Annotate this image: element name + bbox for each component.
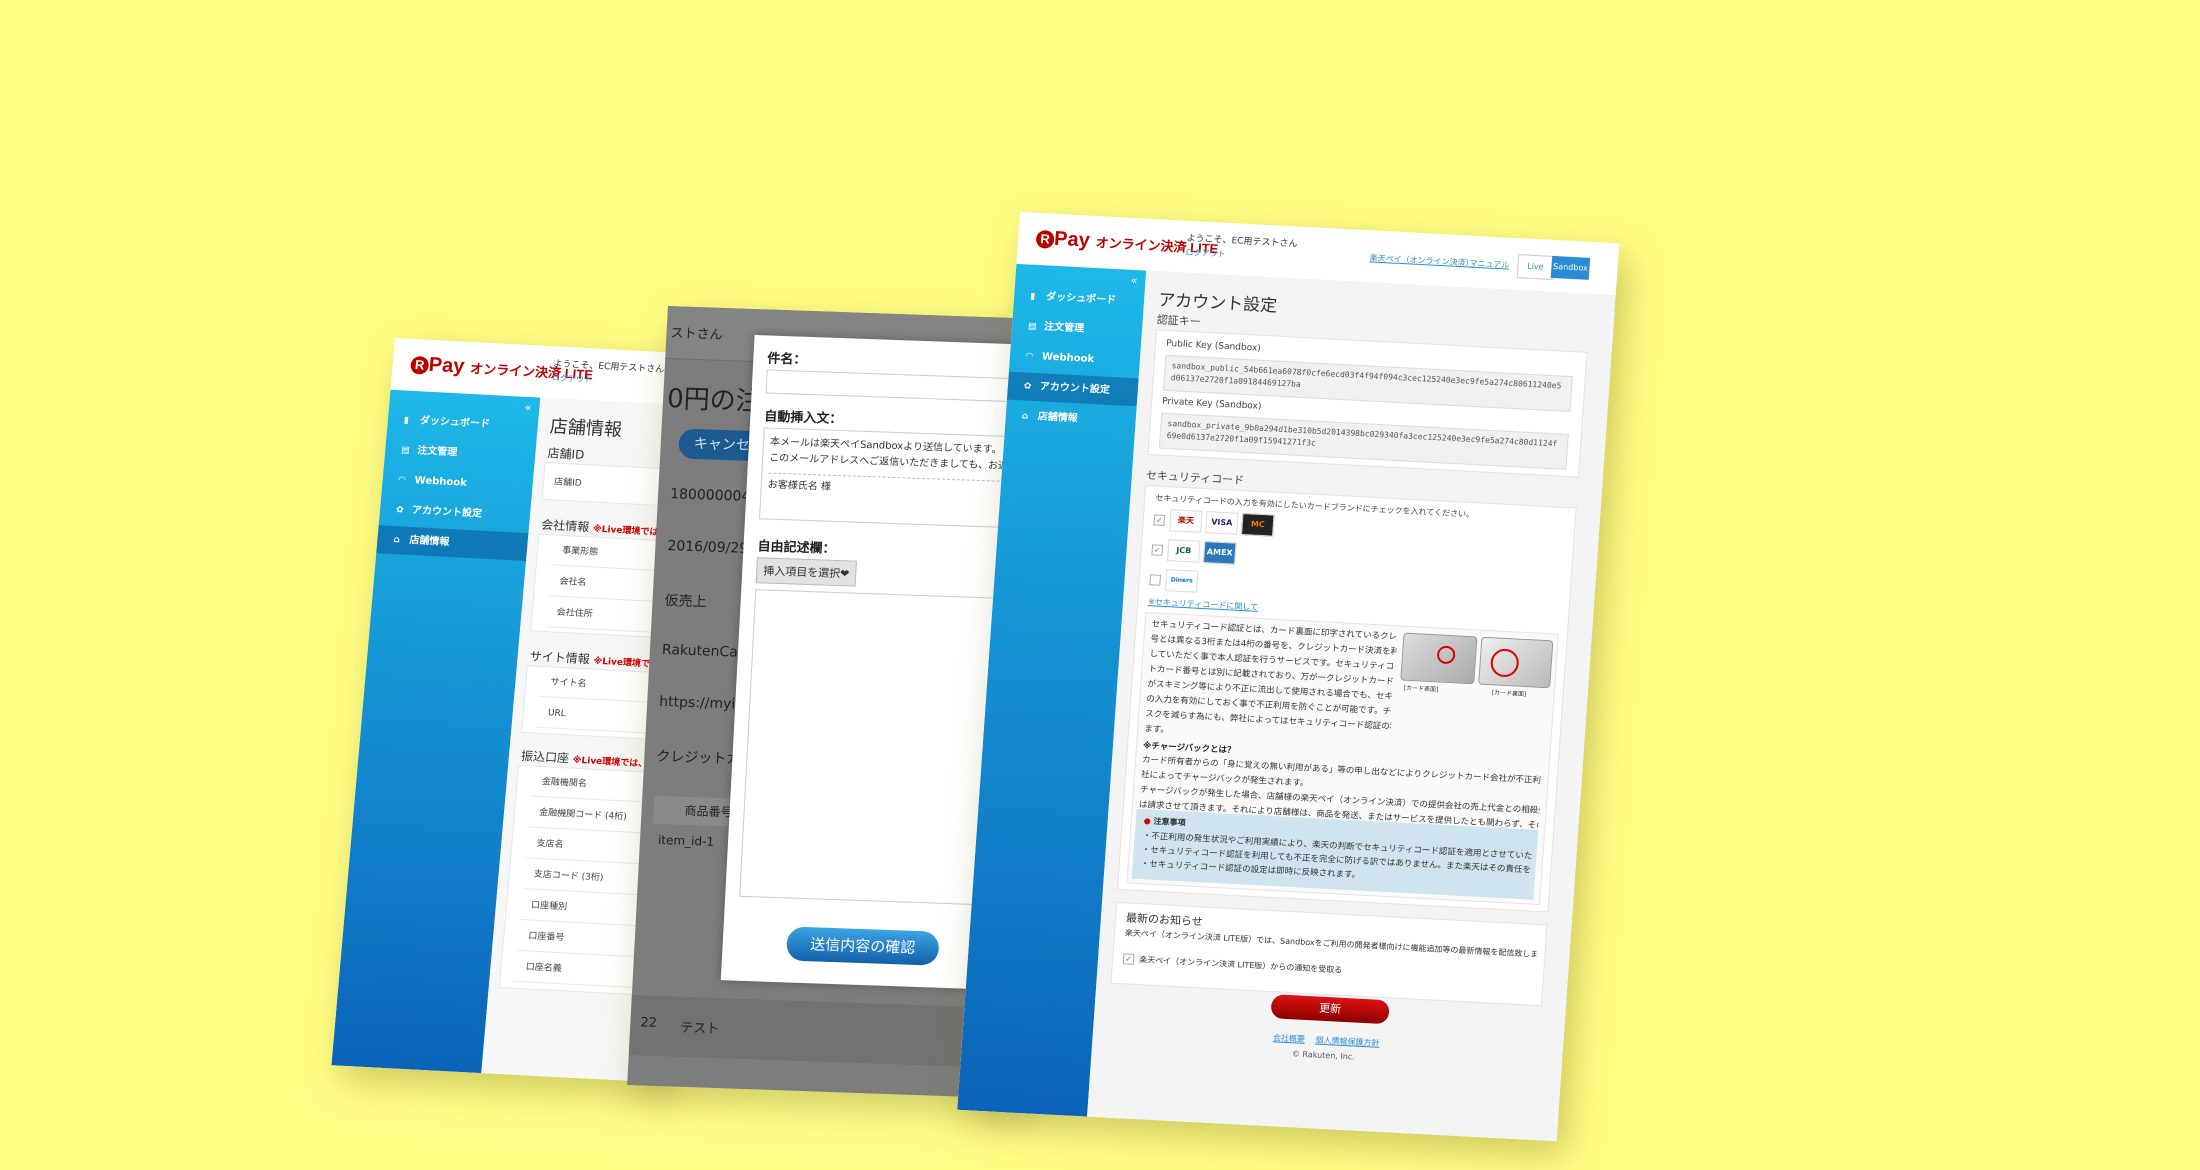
top-link-rpay[interactable]: 楽天ペイ（オンライン決済）: [1369, 252, 1474, 268]
mastercard-icon: MC: [1241, 513, 1275, 537]
subject-label: 件名：: [766, 351, 807, 368]
home-icon: ⌂: [392, 535, 401, 546]
page-title: 店舗情報: [548, 416, 623, 441]
gear-icon: ✿: [1023, 381, 1032, 392]
cart-icon: ▤: [400, 445, 411, 456]
welcome-text: ようこそ、EC用テストさん ログアウト: [1185, 231, 1298, 264]
logout-link[interactable]: ログアウト: [1185, 247, 1297, 264]
footer-privacy-link[interactable]: 個人情報保護方針: [1315, 1035, 1380, 1047]
visa-icon: VISA: [1205, 511, 1239, 535]
footer-company-link[interactable]: 会社概要: [1273, 1033, 1306, 1044]
env-sandbox-button[interactable]: Sandbox: [1550, 255, 1591, 280]
env-live-button[interactable]: Live: [1516, 254, 1555, 280]
sidebar-collapse-icon[interactable]: «: [1130, 274, 1138, 287]
top-link-manual[interactable]: マニュアル: [1469, 258, 1509, 271]
copyright: © Rakuten, Inc.: [1291, 1049, 1356, 1062]
notify-checkbox[interactable]: ✓: [1122, 953, 1135, 965]
free-label: 自由記述欄：: [757, 539, 836, 557]
diners-icon: Diners: [1164, 569, 1199, 593]
nav-account[interactable]: ✿ アカウント設定: [1006, 371, 1139, 407]
confirm-button[interactable]: 送信内容の確認: [785, 926, 940, 966]
amex-icon: AMEX: [1202, 541, 1237, 565]
auth-heading: 認証キー: [1156, 313, 1202, 329]
logout-link[interactable]: ログアウト: [552, 372, 664, 389]
auto-label: 自動挿入文：: [763, 409, 843, 428]
gear-icon: ✿: [395, 505, 404, 516]
explanation-box: セキュリティコード認証とは、カード裏面に印字されているクレジットカード番 号とは…: [1126, 612, 1559, 906]
checkbox-diners[interactable]: [1149, 574, 1162, 586]
nav-dashboard[interactable]: ▮ ダッシュボード: [1013, 282, 1145, 317]
nav-store[interactable]: ⌂ 店舗情報: [1005, 402, 1137, 437]
wifi-icon: ◠: [398, 475, 406, 486]
auth-card: Public Key (Sandbox) sandbox_public_54b6…: [1147, 329, 1588, 478]
card-front-image: [1400, 632, 1478, 685]
private-key-field[interactable]: sandbox_private_9b0a294d1be310b5d2014398…: [1158, 412, 1569, 470]
welcome-text: ようこそ、EC用テストさん ログアウト: [552, 356, 665, 389]
heart-icon: ❤: [839, 567, 850, 581]
home-icon: ⌂: [1021, 411, 1029, 422]
checkbox-rakuten[interactable]: ✓: [1153, 514, 1166, 526]
card-back-image: [1478, 636, 1554, 689]
security-card: セキュリティコードの入力を有効にしたいカードブランドにチェックを入れてください。…: [1116, 484, 1577, 913]
footer-links: 会社概要 個人情報保護方針: [1273, 1032, 1380, 1049]
nav-orders[interactable]: ▤ 注文管理: [1011, 312, 1143, 347]
account-window: R Pay オンライン決済 LITE ようこそ、EC用テストさん ログアウト 楽天ペ…: [957, 212, 1620, 1142]
news-card: 最新のお知らせ 楽天ペイ（オンライン決済 LITE版）では、Sandboxをご利…: [1110, 901, 1548, 1007]
jcb-icon: JCB: [1167, 539, 1201, 563]
checkbox-jcb[interactable]: ✓: [1151, 544, 1164, 556]
update-button[interactable]: 更新: [1270, 994, 1390, 1025]
rakuten-card-icon: 楽天: [1169, 509, 1203, 533]
alert-icon: ●: [1143, 816, 1152, 826]
chart-icon: ▮: [403, 415, 410, 426]
cart-icon: ▤: [1027, 321, 1037, 332]
security-about-link[interactable]: ※セキュリティコードに関して: [1148, 596, 1259, 613]
main-content: アカウント設定 認証キー Public Key (Sandbox) sandbo…: [1087, 270, 1616, 1142]
insert-select[interactable]: 挿入項目を選択 ❤: [755, 557, 857, 587]
nav-webhook[interactable]: ◠ Webhook: [1009, 342, 1141, 377]
chart-icon: ▮: [1029, 291, 1036, 302]
wifi-icon: ◠: [1025, 351, 1034, 362]
nav-store[interactable]: ⌂ 店舗情報: [376, 525, 529, 562]
store-id-heading: 店舗ID: [546, 446, 585, 462]
order-status: 仮売上: [664, 593, 707, 611]
explanation-text: セキュリティコード認証とは、カード裏面に印字されているクレジットカード番 号とは…: [1143, 619, 1398, 736]
